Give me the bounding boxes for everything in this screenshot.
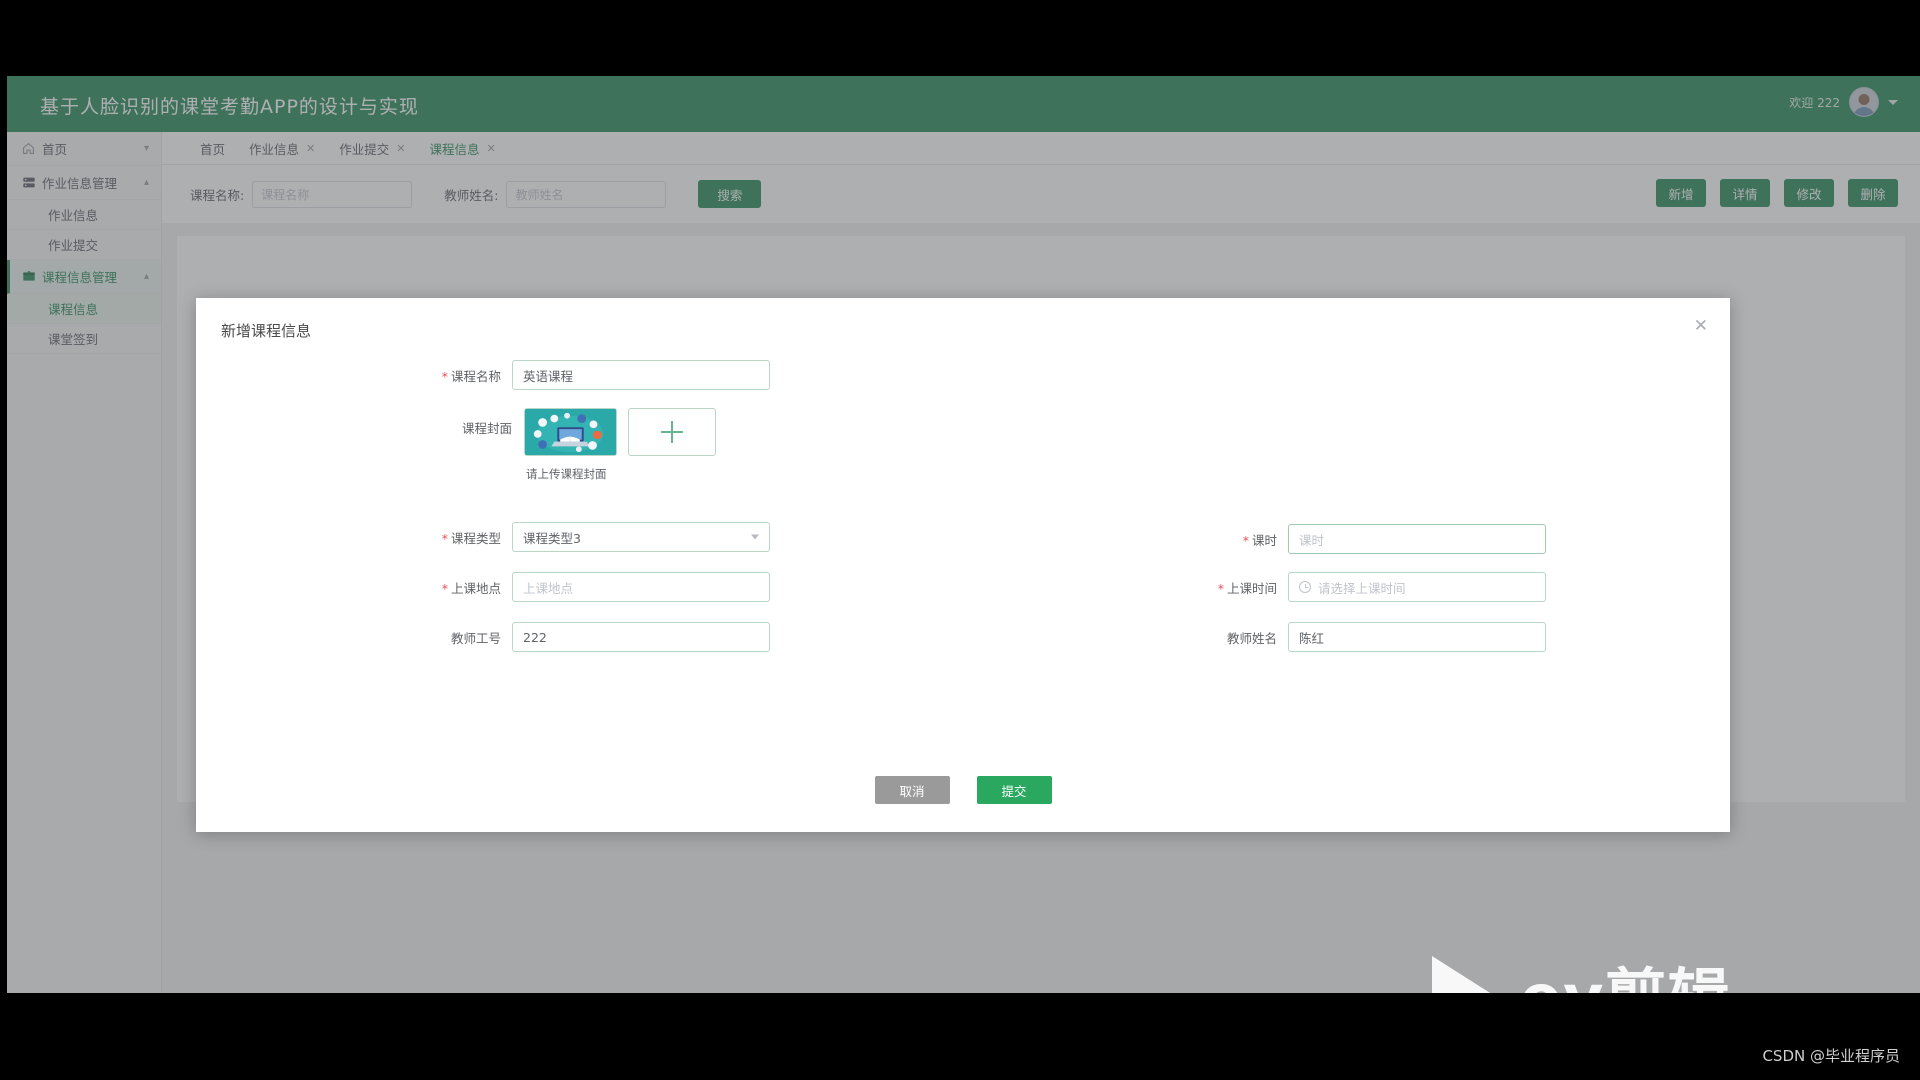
dialog-footer: 取消 提交 [196,776,1730,804]
class-time-input[interactable]: 请选择上课时间 [1288,572,1546,602]
course-name-input[interactable]: 英语课程 [512,360,770,390]
course-type-select[interactable]: 课程类型3 [512,522,770,552]
class-hours-placeholder: 课时 [1299,532,1325,548]
form-row-course-cover: 课程封面 请上传课程封面 [196,408,1730,508]
class-hours-input[interactable]: 课时 [1288,524,1546,554]
class-place-input[interactable]: 上课地点 [512,572,770,602]
cancel-button[interactable]: 取消 [874,776,950,804]
teacher-id-input[interactable]: 222 [512,622,770,652]
class-place-label: 上课地点 [400,578,512,597]
watermark-text: ev剪辑 [1520,967,1730,994]
course-cover-hint: 请上传课程封面 [526,467,607,481]
upload-add-button[interactable] [628,408,716,456]
ev-watermark: ev剪辑 [1432,956,1730,993]
course-type-label: 课程类型 [400,528,512,547]
form-row-teacher: 教师工号 222 教师姓名 陈红 [196,622,1730,672]
class-time-label: 上课时间 [1208,578,1288,597]
close-icon[interactable]: ✕ [1694,318,1708,335]
play-triangle-icon [1432,956,1498,993]
chevron-down-icon [751,534,759,540]
teacher-id-label: 教师工号 [450,630,501,646]
form-row-place-time: 上课地点 上课地点 上课时间 请选择上课时间 [196,572,1730,622]
clock-icon [1299,581,1311,593]
course-cover-label: 课程封面 [461,421,512,436]
course-type-value: 课程类型3 [523,530,581,546]
screen-root: 基于人脸识别的课堂考勤APP的设计与实现 欢迎 222 首页 ▾ 作业信息管理 [0,0,1920,1080]
form-row-type-hours: 课程类型 课程类型3 课时 课时 [196,522,1730,572]
add-course-dialog: 新增课程信息 ✕ 课程名称 英语课程 课程封面 [196,298,1730,832]
plus-icon [661,421,683,443]
teacher-name-label: 教师姓名 [1226,630,1277,646]
teacher-name-input[interactable]: 陈红 [1288,622,1546,652]
csdn-credit: CSDN @毕业程序员 [1762,1047,1900,1065]
class-time-placeholder: 请选择上课时间 [1318,580,1406,596]
submit-button[interactable]: 提交 [976,776,1052,804]
course-cover-thumbnail[interactable] [524,408,617,456]
application-window: 基于人脸识别的课堂考勤APP的设计与实现 欢迎 222 首页 ▾ 作业信息管理 [7,76,1920,993]
course-name-label: 课程名称 [400,366,512,385]
class-hours-label: 课时 [1228,530,1288,549]
dialog-title: 新增课程信息 [221,322,312,340]
form-row-course-name: 课程名称 英语课程 [196,360,1730,410]
course-form: 课程名称 英语课程 课程封面 [196,360,1730,672]
